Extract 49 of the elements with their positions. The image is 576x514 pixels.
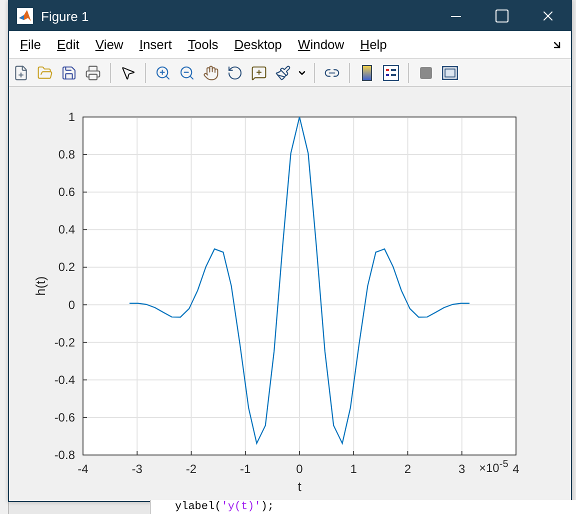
menu-item[interactable]: Edit (48, 37, 88, 52)
y-tick-label: -0.8 (54, 448, 75, 462)
save-icon (61, 64, 77, 80)
menu-item[interactable]: Window (290, 37, 352, 52)
y-tick-label: 0 (68, 298, 75, 312)
x-tick-label: -4 (78, 462, 88, 476)
maximize-icon (494, 8, 510, 24)
y-tick-label: -0.6 (54, 410, 75, 424)
menu-item[interactable]: Desktop (226, 37, 290, 52)
y-axis-label: h(t) (33, 276, 48, 296)
app-logo-icon (17, 8, 33, 24)
brush-icon (275, 64, 291, 80)
x-tick-label: 0 (296, 462, 303, 476)
pointer-icon (120, 64, 136, 80)
axis-exponent: ×10$^{-5}$ (479, 459, 508, 475)
menu-item[interactable]: View (87, 37, 132, 52)
rotate-icon (227, 64, 243, 80)
note-plus-icon (251, 64, 267, 80)
square-icon (420, 66, 432, 78)
y-tick-label: 0.2 (58, 260, 75, 274)
y-tick-label: 0.8 (58, 148, 75, 162)
menu-item[interactable]: Help (352, 37, 395, 52)
panel-icon (442, 66, 458, 80)
zoom-out-icon (179, 64, 195, 80)
x-axis-label: t (298, 479, 302, 494)
window-title: Figure 1 (41, 8, 90, 24)
code-line: ylabel('y(t)'); (175, 500, 276, 514)
x-tick-label: -3 (132, 462, 142, 476)
legend-icon (383, 64, 399, 80)
x-tick-label: -1 (240, 462, 251, 476)
menu-item[interactable]: Insert (131, 37, 180, 52)
x-tick-label: 3 (458, 462, 466, 476)
printer-icon (85, 64, 101, 80)
y-tick-label: -0.2 (54, 335, 75, 350)
x-tick-label: 4 (512, 462, 520, 476)
new-file-icon (13, 64, 29, 80)
y-tick-label: 0.4 (58, 222, 75, 237)
menu-item[interactable]: Tools (180, 37, 226, 52)
folder-icon (37, 64, 53, 80)
hand-icon (203, 64, 219, 80)
menu-item[interactable]: File (12, 37, 49, 52)
colorbar-icon (362, 64, 372, 80)
y-tick-label: 1 (68, 110, 75, 124)
y-tick-label: -0.4 (54, 372, 75, 387)
x-tick-label: 1 (350, 462, 357, 476)
x-tick-label: -2 (186, 462, 197, 476)
x-tick-label: 2 (404, 462, 412, 476)
y-tick-label: 0.6 (58, 185, 75, 200)
zoom-in-icon (155, 64, 171, 80)
